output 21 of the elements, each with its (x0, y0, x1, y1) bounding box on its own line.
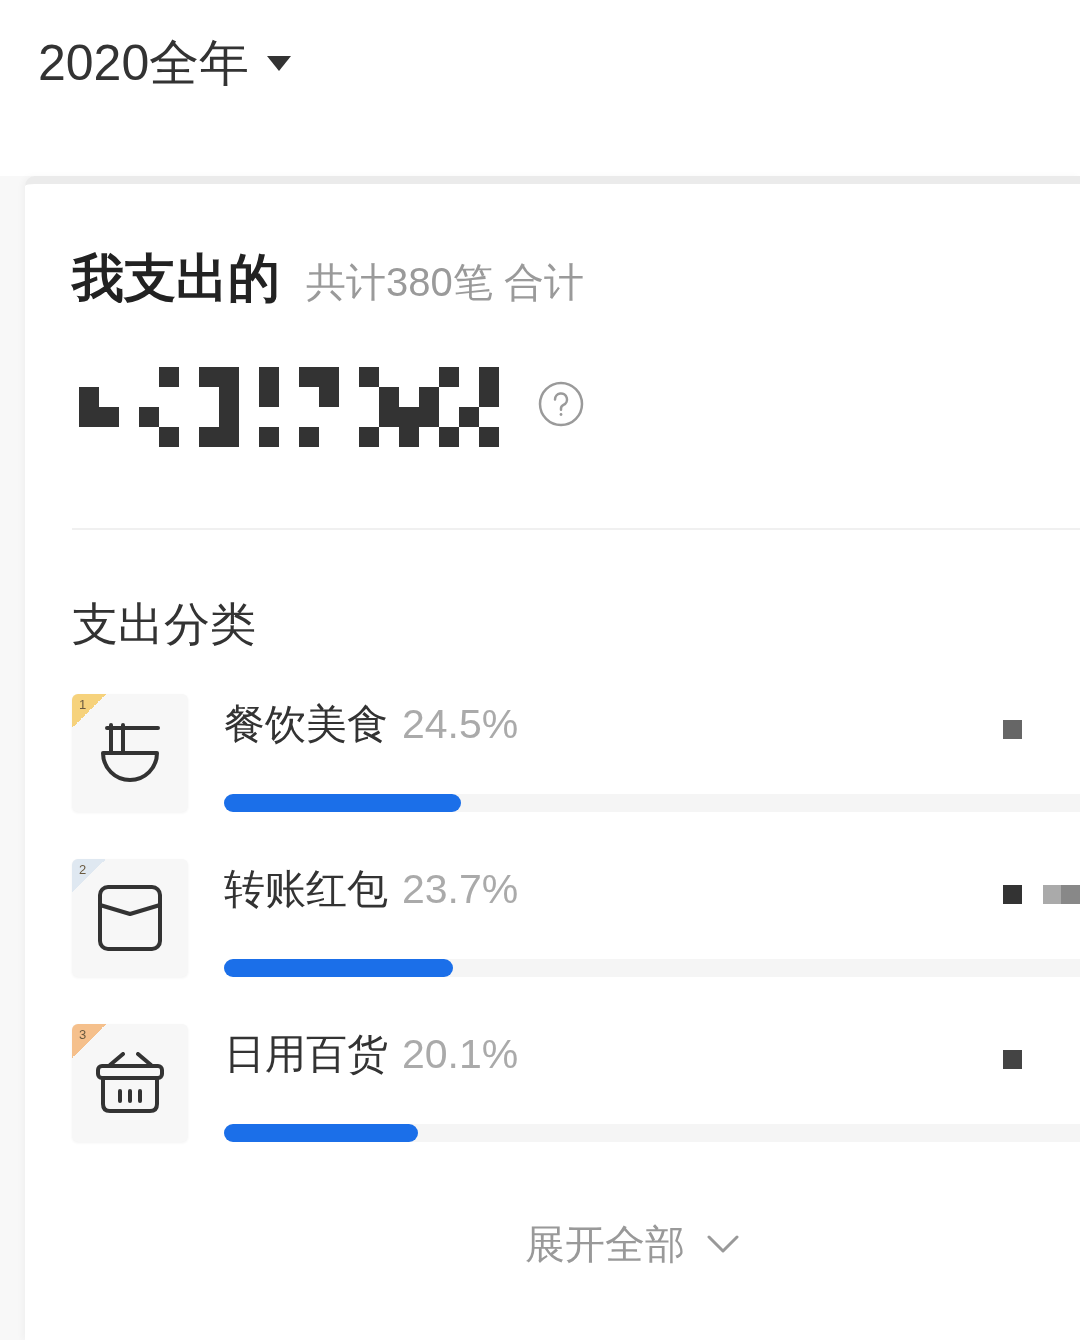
chevron-down-icon (707, 1235, 739, 1253)
redacted-amount-drawing (1003, 1049, 1022, 1069)
caret-down-icon (267, 55, 292, 71)
section-title: 支出分类 (72, 597, 257, 652)
rank-badge: 2 (72, 859, 106, 893)
category-percent: 20.1% (402, 1030, 519, 1079)
category-name: 日用百货 (224, 1030, 388, 1079)
period-dropdown[interactable]: 2020全年 (38, 34, 292, 92)
basket-icon (96, 1052, 164, 1114)
help-icon[interactable] (538, 381, 584, 427)
category-percent: 23.7% (402, 865, 519, 914)
rank-badge: 3 (72, 1024, 106, 1058)
envelope-icon (98, 885, 162, 951)
redacted-amount-drawing (1003, 719, 1022, 739)
noodle-bowl-icon (100, 723, 160, 783)
summary-count: 共计380笔 合计 (306, 259, 584, 306)
rank-badge: 1 (72, 694, 106, 728)
category-name: 餐饮美食 (224, 700, 388, 749)
category-percent: 24.5% (402, 700, 519, 749)
summary-title: 我支出的 (72, 248, 280, 308)
category-name: 转账红包 (224, 865, 388, 914)
